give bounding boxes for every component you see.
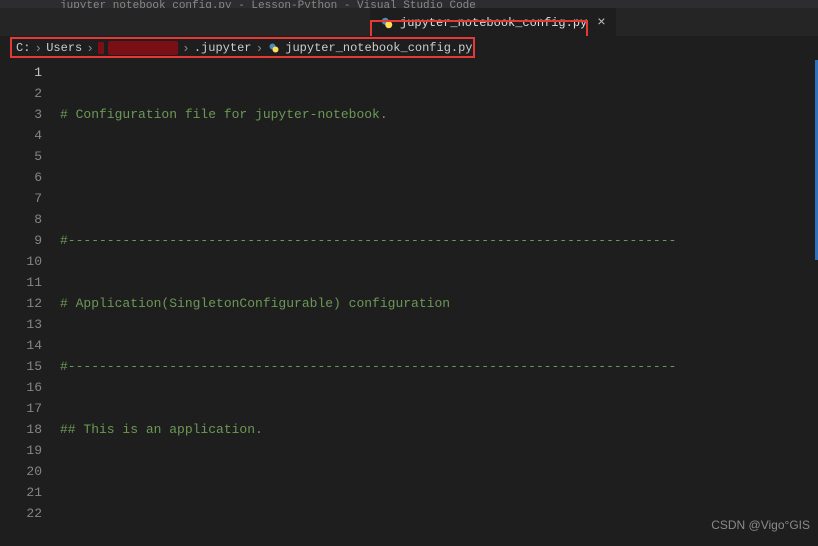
breadcrumb-seg-users[interactable]: Users xyxy=(46,41,82,55)
tab-filename: jupyter_notebook_config.py xyxy=(400,16,587,30)
redacted-username xyxy=(108,41,178,55)
line-number-gutter: 1 2 3 4 5 6 7 8 9 10 11 12 13 14 15 16 1… xyxy=(0,60,60,546)
line-number: 15 xyxy=(0,356,42,377)
editor[interactable]: 1 2 3 4 5 6 7 8 9 10 11 12 13 14 15 16 1… xyxy=(0,60,818,546)
code-line xyxy=(60,167,818,188)
line-number: 13 xyxy=(0,314,42,335)
line-number: 2 xyxy=(0,83,42,104)
line-number: 12 xyxy=(0,293,42,314)
line-number: 9 xyxy=(0,230,42,251)
title-bar: jupyter_notebook_config.py - Lesson-Pyth… xyxy=(0,0,818,8)
line-number: 6 xyxy=(0,167,42,188)
line-number: 14 xyxy=(0,335,42,356)
line-number: 7 xyxy=(0,188,42,209)
line-number: 10 xyxy=(0,251,42,272)
code-line: # Application(SingletonConfigurable) con… xyxy=(60,293,818,314)
tab-active[interactable]: jupyter_notebook_config.py × xyxy=(370,8,616,36)
line-number: 16 xyxy=(0,377,42,398)
watermark: CSDN @Vigo°GIS xyxy=(711,518,810,532)
line-number: 1 xyxy=(0,62,42,83)
chevron-right-icon: › xyxy=(86,41,94,56)
code-line: # Configuration file for jupyter-noteboo… xyxy=(60,104,818,125)
redaction-icon xyxy=(98,42,104,54)
code-line xyxy=(60,482,818,503)
chevron-right-icon: › xyxy=(255,41,263,56)
line-number: 11 xyxy=(0,272,42,293)
breadcrumb: C: › Users › › .jupyter › jupyter_notebo… xyxy=(0,36,818,60)
code-line: #---------------------------------------… xyxy=(60,356,818,377)
line-number: 19 xyxy=(0,440,42,461)
breadcrumb-seg-jupyter[interactable]: .jupyter xyxy=(194,41,252,55)
line-number: 8 xyxy=(0,209,42,230)
python-file-icon xyxy=(267,41,281,55)
python-file-icon xyxy=(380,16,394,30)
line-number: 17 xyxy=(0,398,42,419)
code-line: ## This is an application. xyxy=(60,419,818,440)
line-number: 4 xyxy=(0,125,42,146)
line-number: 18 xyxy=(0,419,42,440)
chevron-right-icon: › xyxy=(34,41,42,56)
line-number: 3 xyxy=(0,104,42,125)
chevron-right-icon: › xyxy=(182,41,190,56)
breadcrumb-seg-file[interactable]: jupyter_notebook_config.py xyxy=(285,41,472,55)
line-number: 5 xyxy=(0,146,42,167)
code-line: #---------------------------------------… xyxy=(60,230,818,251)
close-icon[interactable]: × xyxy=(597,15,605,31)
breadcrumb-seg-drive[interactable]: C: xyxy=(16,41,30,55)
line-number: 20 xyxy=(0,461,42,482)
tab-bar: jupyter_notebook_config.py × xyxy=(0,8,818,36)
line-number: 21 xyxy=(0,482,42,503)
line-number: 22 xyxy=(0,503,42,524)
code-content[interactable]: # Configuration file for jupyter-noteboo… xyxy=(60,60,818,546)
